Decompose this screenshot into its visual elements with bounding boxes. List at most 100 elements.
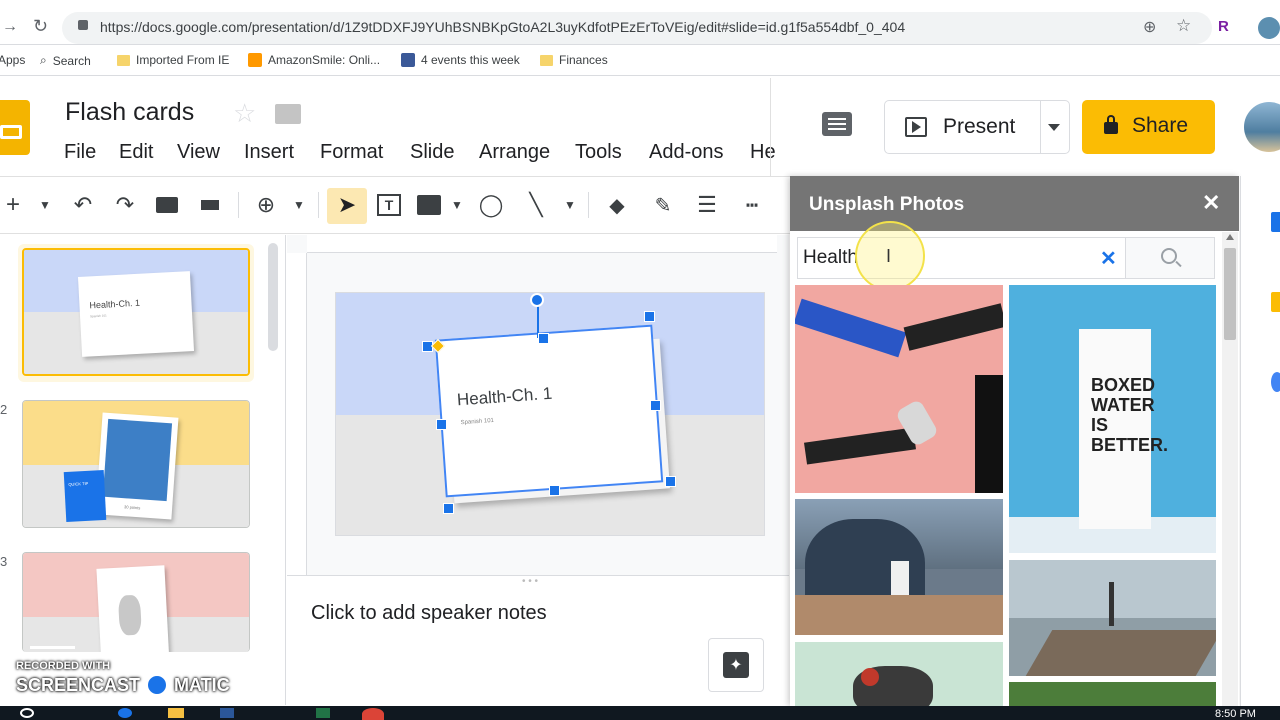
- photo-mountain-drink[interactable]: [795, 499, 1003, 635]
- redo-icon[interactable]: ↷: [112, 192, 138, 218]
- edge-icon[interactable]: [118, 708, 132, 718]
- textbox-icon[interactable]: T: [376, 192, 402, 218]
- menu-edit[interactable]: Edit: [119, 141, 153, 164]
- clear-search-icon[interactable]: ✕: [1100, 246, 1117, 271]
- start-icon[interactable]: [20, 708, 34, 718]
- bookmark-finances[interactable]: Finances: [540, 53, 608, 67]
- photo-pink-handshake[interactable]: [795, 285, 1003, 493]
- bookmark-search[interactable]: ⌕ Search: [40, 53, 91, 68]
- menu-slide[interactable]: Slide: [410, 141, 454, 164]
- bookmark-events[interactable]: 4 events this week: [401, 53, 520, 67]
- avatar[interactable]: [1258, 17, 1280, 39]
- slide-thumb-2[interactable]: 30 points QUICK TIP: [22, 400, 250, 528]
- speaker-notes-placeholder[interactable]: Click to add speaker notes: [311, 602, 547, 625]
- star-icon[interactable]: ☆: [1176, 16, 1191, 36]
- slide-thumb-3[interactable]: [22, 552, 250, 652]
- bookmark-apps[interactable]: Apps: [0, 53, 25, 67]
- photo-boxed-water[interactable]: BOXED WATER IS BETTER.: [1009, 285, 1216, 553]
- photo-yogi: [1109, 582, 1114, 626]
- print-icon[interactable]: [154, 192, 180, 218]
- photo-greens[interactable]: [1009, 682, 1216, 706]
- menu-view[interactable]: View: [177, 141, 220, 164]
- paint-format-icon[interactable]: [197, 192, 223, 218]
- menu-format[interactable]: Format: [320, 141, 383, 164]
- menu-help[interactable]: He: [750, 141, 776, 164]
- bookmark-amazonsmile[interactable]: AmazonSmile: Onli...: [248, 53, 380, 67]
- panel-scrollbar-thumb[interactable]: [1224, 248, 1236, 340]
- explorer-icon[interactable]: [168, 708, 184, 718]
- taskbar-clock[interactable]: 8:50 PM: [1215, 708, 1256, 720]
- zoom-icon[interactable]: ⊕: [1143, 17, 1156, 37]
- zoom-icon[interactable]: ⊕: [253, 192, 279, 218]
- search-icon: ⌕: [40, 53, 47, 67]
- explore-button[interactable]: ✦: [708, 638, 764, 692]
- resize-handle[interactable]: [644, 311, 655, 322]
- thumb-photo-caption: 30 points: [123, 504, 141, 511]
- resize-handle[interactable]: [650, 400, 661, 411]
- calendar-icon[interactable]: [1271, 212, 1280, 232]
- line-icon[interactable]: ╲: [523, 192, 549, 218]
- slide-thumb-1[interactable]: Health-Ch. 1 Spanish 101: [22, 248, 250, 376]
- tasks-icon[interactable]: [1271, 372, 1280, 392]
- chrome-icon[interactable]: [362, 708, 384, 720]
- search-button[interactable]: [1126, 238, 1214, 278]
- folder-move-icon[interactable]: [275, 104, 301, 124]
- chevron-down-icon[interactable]: ▼: [32, 192, 58, 218]
- reload-icon[interactable]: ↻: [33, 16, 48, 37]
- notes-drag-handle[interactable]: • • •: [522, 576, 538, 587]
- menu-insert[interactable]: Insert: [244, 141, 294, 164]
- menu-addons[interactable]: Add-ons: [649, 141, 724, 164]
- flash-card-title[interactable]: Health-Ch. 1: [456, 384, 553, 411]
- excel-icon[interactable]: [316, 708, 330, 718]
- forward-icon[interactable]: →: [2, 18, 18, 36]
- watermark-line2: SCREENCAST: [16, 674, 141, 695]
- url-text[interactable]: https://docs.google.com/presentation/d/1…: [100, 19, 905, 35]
- resize-handle[interactable]: [436, 419, 447, 430]
- menu-tools[interactable]: Tools: [575, 141, 622, 164]
- chevron-down-icon[interactable]: ▼: [557, 192, 583, 218]
- cursor-icon[interactable]: ➤: [334, 192, 360, 218]
- shape-icon[interactable]: ◯: [478, 192, 504, 218]
- star-icon[interactable]: ☆: [233, 98, 256, 129]
- pineapple-icon: [117, 594, 142, 636]
- border-weight-icon[interactable]: ☰: [694, 192, 720, 218]
- chevron-down-icon[interactable]: [1048, 124, 1060, 131]
- image-icon[interactable]: [416, 192, 442, 218]
- bookmark-imported[interactable]: Imported From IE: [117, 53, 229, 67]
- scroll-up-icon[interactable]: [1226, 234, 1234, 240]
- chevron-down-icon[interactable]: ▼: [444, 192, 470, 218]
- border-dash-icon[interactable]: ┅: [739, 192, 765, 218]
- fill-color-icon[interactable]: ◆: [604, 192, 630, 218]
- thumb-photo: [102, 418, 173, 502]
- word-icon[interactable]: [220, 708, 234, 718]
- present-button[interactable]: Present: [884, 100, 1070, 154]
- thumb-photo-card: 30 points: [95, 412, 179, 520]
- close-icon[interactable]: ✕: [1202, 190, 1220, 216]
- search-input[interactable]: [803, 245, 1103, 271]
- doc-title[interactable]: Flash cards: [65, 98, 194, 127]
- rotate-handle[interactable]: [530, 293, 544, 307]
- filmstrip-scrollbar[interactable]: [268, 243, 278, 351]
- menu-arrange[interactable]: Arrange: [479, 141, 550, 164]
- resize-handle[interactable]: [665, 476, 676, 487]
- resize-handle[interactable]: [443, 503, 454, 514]
- share-button[interactable]: Share: [1082, 100, 1215, 154]
- resize-handle[interactable]: [538, 333, 549, 344]
- photo-beach-yoga[interactable]: [1009, 560, 1216, 676]
- flash-card-subtitle[interactable]: Spanish 101: [460, 418, 494, 426]
- profile-initial[interactable]: R: [1218, 18, 1229, 35]
- menu-file[interactable]: File: [64, 141, 96, 164]
- border-color-icon[interactable]: ✎: [650, 192, 676, 218]
- flash-card[interactable]: Health-Ch. 1 Spanish 101: [434, 324, 664, 498]
- resize-handle[interactable]: [549, 485, 560, 496]
- photo-arm-left: [795, 298, 907, 358]
- keep-icon[interactable]: [1271, 292, 1280, 312]
- chevron-down-icon[interactable]: ▼: [286, 192, 312, 218]
- new-slide-icon[interactable]: +: [0, 191, 26, 218]
- photo-fruit-heart[interactable]: [795, 642, 1003, 706]
- comment-icon[interactable]: [822, 112, 852, 136]
- amazon-icon: [248, 53, 262, 67]
- thumb-pineapple-card: [96, 565, 170, 652]
- undo-icon[interactable]: ↶: [70, 192, 96, 218]
- watermark-bar: [30, 646, 75, 649]
